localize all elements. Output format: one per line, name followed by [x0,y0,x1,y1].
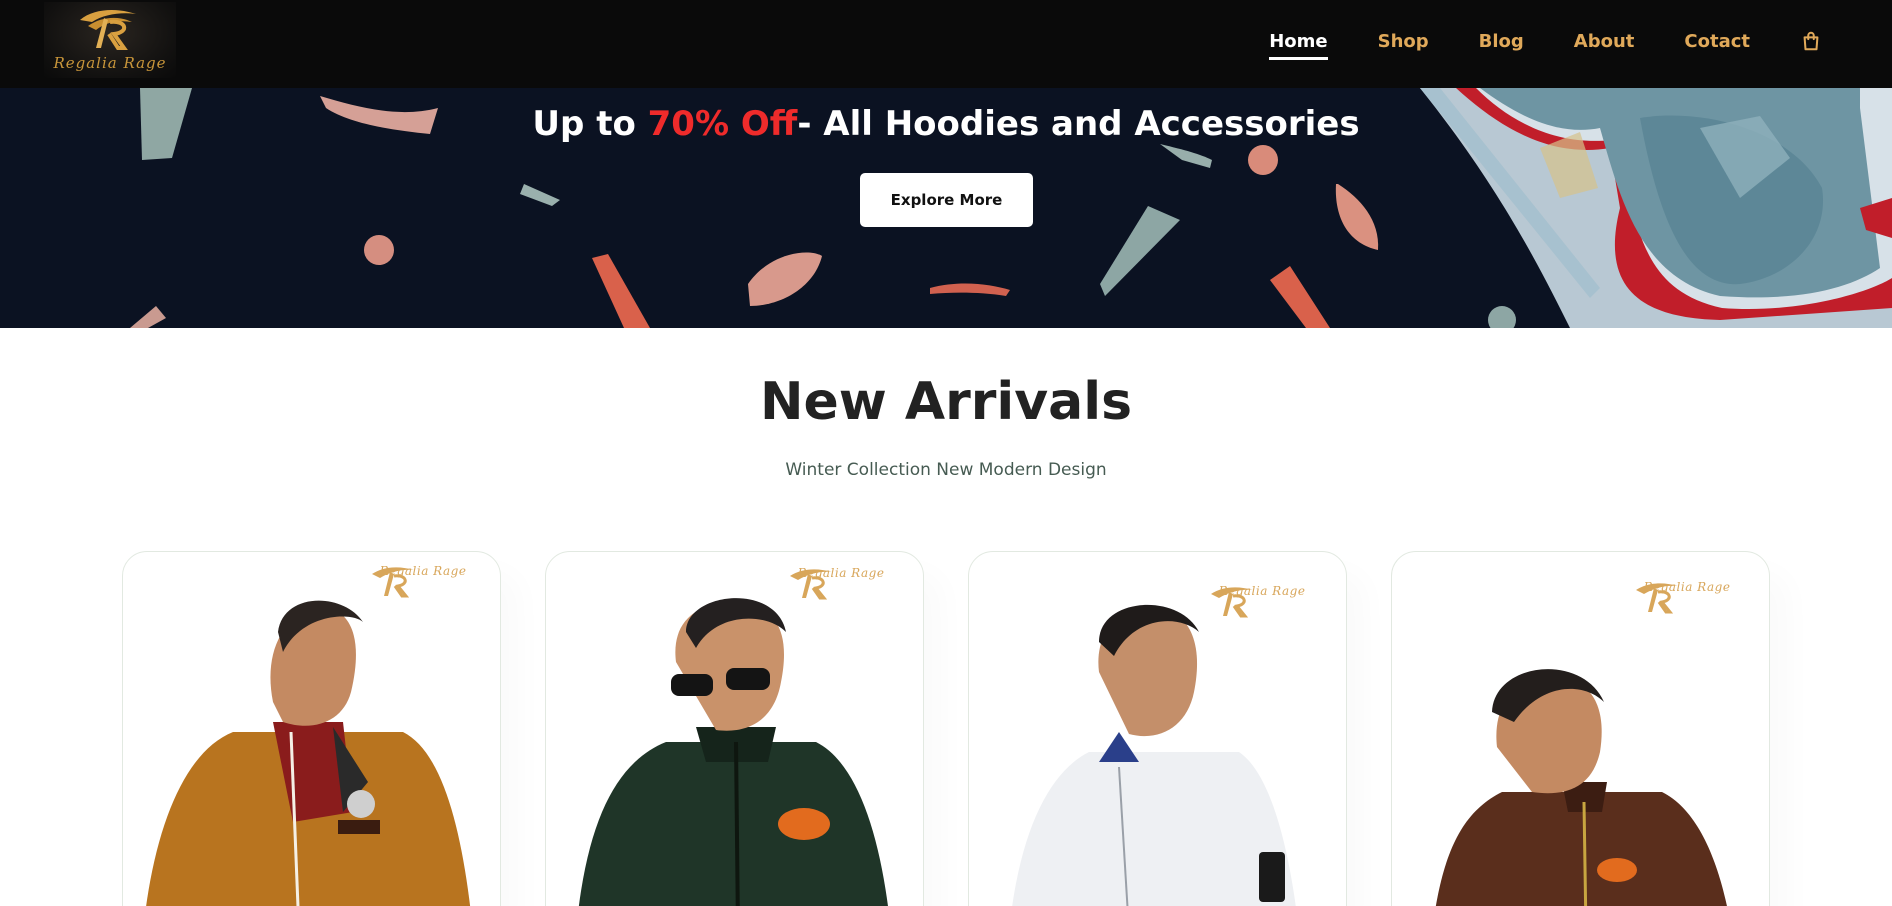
hero-title-discount: 70% Off [647,104,798,144]
product-grid: Regalia Rage Regalia Rage Regalia Rage R… [122,551,1772,906]
hero-banner: Up to 70% Off- All Hoodies and Accessori… [0,88,1892,328]
nav-shop[interactable]: Shop [1378,31,1429,52]
confetti-dot [1248,145,1278,175]
nav-blog[interactable]: Blog [1479,31,1524,52]
product-image [1435,669,1727,906]
product-image [578,598,888,906]
product-image [146,600,471,906]
new-arrivals-subtitle: Winter Collection New Modern Design [785,460,1107,480]
explore-more-button[interactable]: Explore More [860,173,1033,227]
confetti-shape [130,306,166,328]
confetti-shape [748,252,822,306]
confetti-shape [930,283,1010,296]
confetti-shape [1270,266,1330,328]
confetti-shape [1335,184,1379,250]
product-card[interactable]: Regalia Rage [1391,551,1770,906]
product-card[interactable]: Regalia Rage [122,551,501,906]
nav-about[interactable]: About [1574,31,1635,52]
hero-title-suffix: - All Hoodies and Accessories [797,104,1360,144]
confetti-shape [1160,144,1212,168]
confetti-shape [1100,206,1180,296]
shopping-bag-icon[interactable] [1800,30,1822,52]
logo-wordmark: Regalia Rage [53,54,167,72]
site-header: Regalia Rage Home Shop Blog About Cotact [0,0,1892,88]
product-card[interactable]: Regalia Rage [545,551,924,906]
brand-logo[interactable]: Regalia Rage [44,2,176,78]
confetti-shape [520,184,560,206]
new-arrivals-title: New Arrivals [759,372,1133,432]
hero-title-prefix: Up to [532,104,648,144]
product-image [1012,604,1296,906]
confetti-dot [1488,306,1516,328]
nav-home[interactable]: Home [1269,31,1329,60]
logo-monogram-icon [80,10,136,50]
main-nav: Home Shop Blog About Cotact [1219,30,1822,60]
hero-headline: Up to 70% Off- All Hoodies and Accessori… [0,104,1892,144]
confetti-shape [592,254,650,328]
nav-contact[interactable]: Cotact [1684,31,1750,52]
confetti-dot [364,235,394,265]
product-card[interactable]: Regalia Rage [968,551,1347,906]
